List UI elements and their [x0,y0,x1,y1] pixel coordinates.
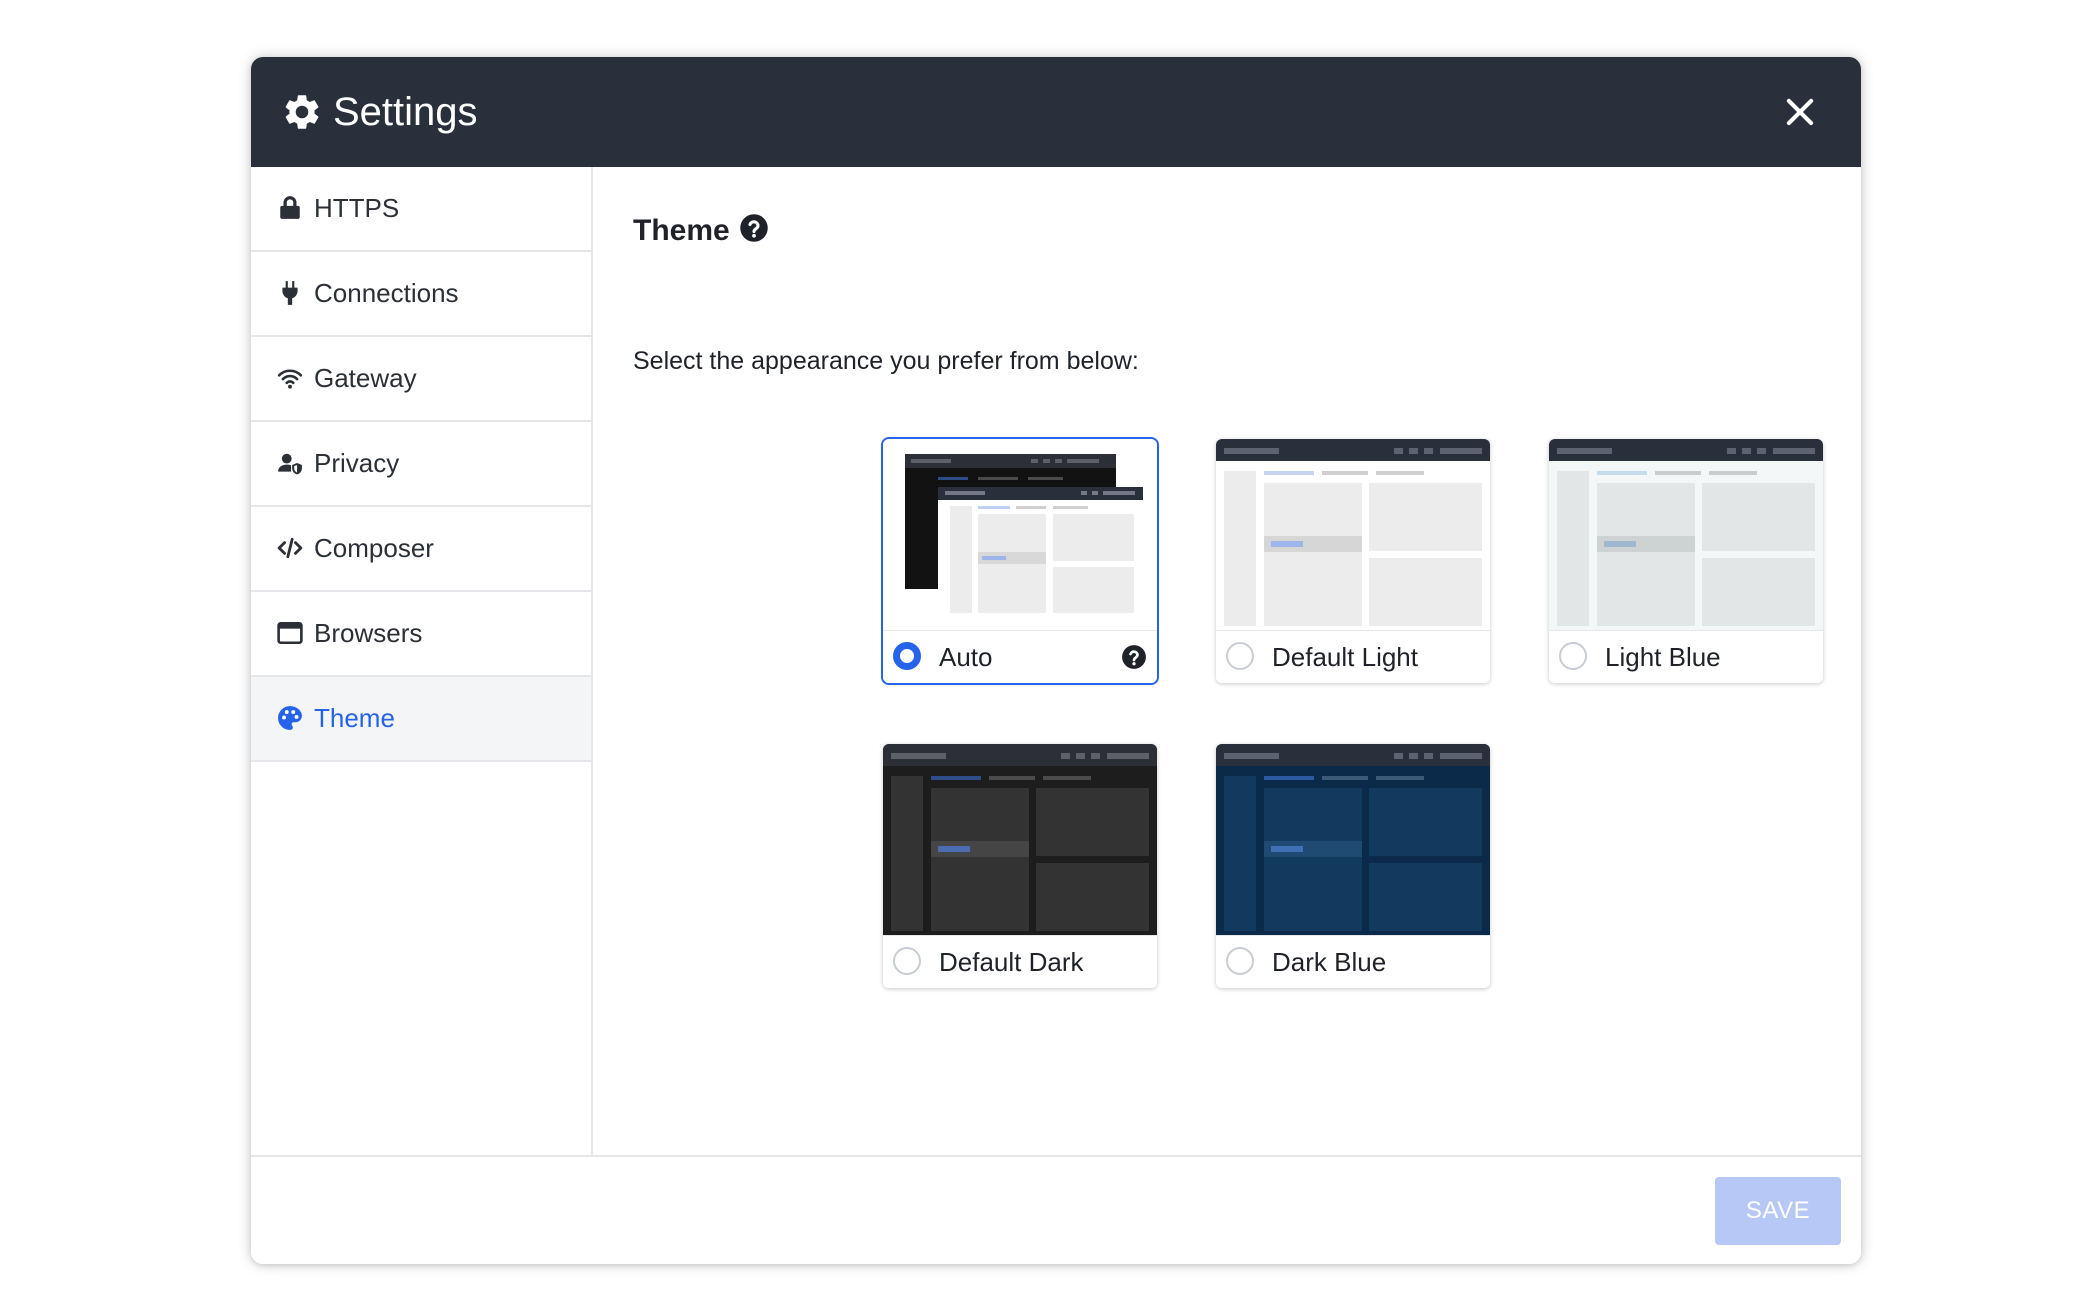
sidebar-item-composer[interactable]: Composer [251,507,591,592]
theme-name: Dark Blue [1272,947,1387,977]
theme-description: Select the appearance you prefer from be… [633,347,1139,375]
close-icon[interactable] [1781,93,1819,131]
theme-preview-default-dark [883,744,1157,935]
theme-preview-dark-blue [1216,744,1490,935]
theme-card-footer: Default Light [1216,630,1490,683]
sidebar-item-https[interactable]: HTTPS [251,167,591,252]
theme-name: Light Blue [1605,642,1721,672]
sidebar-item-connections[interactable]: Connections [251,252,591,337]
theme-preview-light-blue [1549,439,1823,630]
theme-card-footer: Default Dark [883,935,1157,988]
theme-preview-default-light [1216,439,1490,630]
browser-window-icon [277,621,303,645]
dialog-footer: SAVE [251,1155,1861,1264]
sidebar-item-label: Browsers [314,618,423,648]
code-icon [277,537,303,559]
dialog-header: Settings [251,57,1861,167]
plug-icon [282,281,298,305]
sidebar-item-label: Privacy [314,448,400,478]
theme-name: Default Light [1272,642,1418,672]
radio-button[interactable] [893,642,921,670]
sidebar-item-privacy[interactable]: Privacy [251,422,591,507]
radio-button[interactable] [1226,947,1254,975]
section-title: Theme [633,214,730,247]
sidebar-item-label: Theme [314,703,395,733]
radio-button[interactable] [1226,642,1254,670]
theme-name: Default Dark [939,947,1084,977]
sidebar-item-gateway[interactable]: Gateway [251,337,591,422]
theme-card-footer: Auto [883,630,1157,683]
theme-card-footer: Dark Blue [1216,935,1490,988]
theme-name: Auto [939,642,993,672]
sidebar-item-theme[interactable]: Theme [251,677,591,762]
sidebar-item-label: Composer [314,533,434,563]
theme-card-auto[interactable]: Auto [883,439,1157,683]
dialog-title: Settings [333,90,478,134]
settings-sidebar: HTTPS Connections Gateway Privacy Compos… [251,167,593,1155]
theme-card-light-blue[interactable]: Light Blue [1549,439,1823,683]
wifi-icon [277,369,303,389]
theme-card-default-dark[interactable]: Default Dark [883,744,1157,988]
settings-dialog: Settings HTTPS Connections Gateway Priva… [251,57,1861,1264]
sidebar-item-label: HTTPS [314,193,400,223]
theme-card-default-light[interactable]: Default Light [1216,439,1490,683]
help-icon[interactable] [1121,644,1147,670]
radio-button[interactable] [1559,642,1587,670]
sidebar-item-label: Connections [314,278,459,308]
theme-panel: Theme Select the appearance you prefer f… [593,167,1861,1155]
save-button[interactable]: SAVE [1715,1177,1841,1245]
gear-icon [285,95,319,129]
user-shield-icon [278,453,302,475]
sidebar-item-browsers[interactable]: Browsers [251,592,591,677]
sidebar-item-label: Gateway [314,363,417,393]
theme-card-footer: Light Blue [1549,630,1823,683]
radio-button[interactable] [893,947,921,975]
theme-preview-auto [883,439,1157,630]
palette-icon [278,706,302,730]
lock-icon [280,196,300,219]
help-icon[interactable] [739,213,769,243]
theme-card-dark-blue[interactable]: Dark Blue [1216,744,1490,988]
